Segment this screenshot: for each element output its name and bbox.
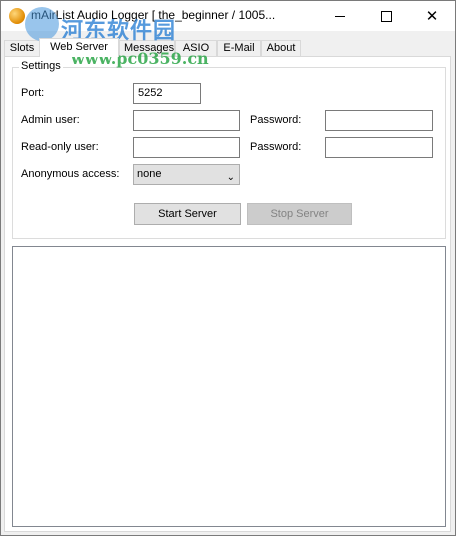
tab-label: Web Server	[50, 41, 108, 53]
close-icon: ✕	[425, 6, 439, 25]
tab-label: Slots	[9, 42, 35, 54]
tab-strip: Slots Web Server Messages ASIO E-Mail Ab…	[1, 38, 455, 57]
settings-group: Settings Port: 5252 Admin user: Password…	[12, 60, 446, 239]
stop-server-button[interactable]: Stop Server	[247, 203, 352, 225]
app-window: mAirList Audio Logger [ the_beginner / 1…	[0, 0, 456, 536]
port-input[interactable]: 5252	[133, 83, 201, 104]
chevron-down-icon: ⌄	[226, 172, 235, 183]
web-server-page: Settings Port: 5252 Admin user: Password…	[4, 56, 451, 532]
maximize-icon	[380, 10, 392, 22]
anonymous-access-label: Anonymous access:	[21, 168, 120, 180]
minimize-icon	[335, 15, 345, 17]
port-label: Port:	[21, 87, 45, 99]
tab-web-server[interactable]: Web Server	[39, 38, 119, 57]
anonymous-access-value: none	[137, 168, 162, 180]
readonly-user-label: Read-only user:	[21, 141, 99, 153]
settings-group-title: Settings	[19, 60, 63, 72]
admin-user-label: Admin user:	[21, 114, 80, 126]
tab-label: E-Mail	[223, 42, 255, 54]
tab-slots[interactable]: Slots	[4, 40, 40, 56]
watermark-logo-icon	[25, 7, 59, 41]
readonly-password-input[interactable]	[325, 137, 433, 158]
close-button[interactable]: ✕	[409, 1, 455, 31]
tab-email[interactable]: E-Mail	[217, 40, 261, 56]
admin-password-input[interactable]	[325, 110, 433, 131]
tab-label: About	[266, 42, 296, 54]
maximize-button[interactable]	[363, 1, 409, 31]
admin-user-input[interactable]	[133, 110, 240, 131]
tab-about[interactable]: About	[261, 40, 301, 56]
admin-password-label: Password:	[250, 114, 302, 126]
anonymous-access-select[interactable]: none ⌄	[133, 164, 240, 185]
minimize-button[interactable]	[317, 1, 363, 31]
app-logo-icon	[9, 8, 25, 24]
readonly-user-input[interactable]	[133, 137, 240, 158]
start-server-button[interactable]: Start Server	[134, 203, 241, 225]
server-log-area[interactable]	[12, 246, 446, 527]
readonly-password-label: Password:	[250, 141, 302, 153]
